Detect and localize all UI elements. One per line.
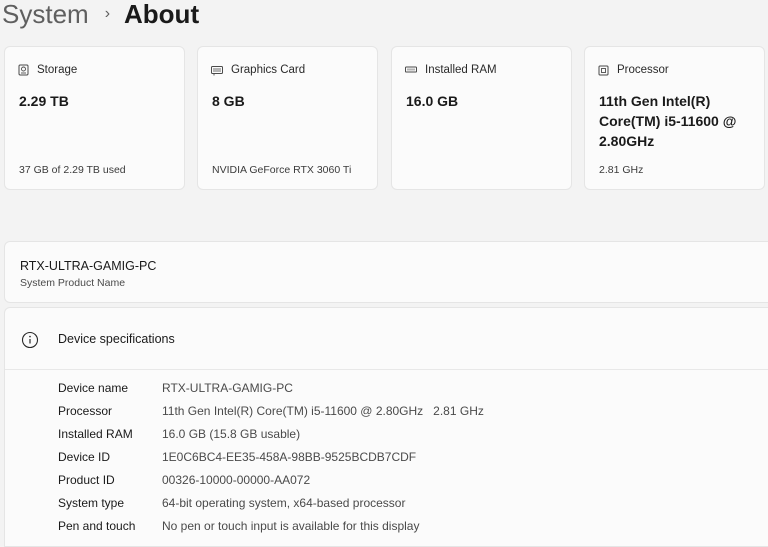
spec-row-product-id: Product ID 00326-10000-00000-AA072 (58, 470, 310, 490)
installed-ram-value: 16.0 GB (406, 93, 459, 109)
spec-row-device-name: Device name RTX-ULTRA-GAMIG-PC (58, 378, 293, 398)
processor-icon (598, 65, 609, 75)
storage-card[interactable]: Storage 2.29 TB 37 GB of 2.29 TB used (4, 46, 185, 190)
processor-card-value: 11th Gen Intel(R) Core(TM) i5-11600 @ 2.… (599, 93, 737, 149)
info-icon (21, 331, 39, 349)
spec-cards: Storage 2.29 TB 37 GB of 2.29 TB used Gr… (4, 46, 768, 192)
spec-row-installed-ram: Installed RAM 16.0 GB (15.8 GB usable) (58, 424, 300, 444)
spec-row-system-type: System type 64-bit operating system, x64… (58, 493, 405, 513)
spec-row-pen-and-touch: Pen and touch No pen or touch input is a… (58, 516, 419, 536)
graphics-card-title: Graphics Card (231, 64, 306, 76)
spec-value: 1E0C6BC4-EE35-458A-98BB-9525BCDB7CDF (162, 450, 417, 464)
breadcrumb-separator: › (104, 5, 111, 22)
device-specifications-title: Device specifications (58, 332, 175, 346)
installed-ram-header: Installed RAM (405, 64, 497, 76)
ram-icon (405, 66, 417, 73)
storage-card-title: Storage (37, 64, 78, 76)
graphics-card-value: 8 GB (212, 93, 245, 109)
spec-row-processor: Processor 11th Gen Intel(R) Core(TM) i5-… (58, 401, 484, 421)
spec-label: System type (58, 496, 125, 510)
spec-label: Installed RAM (58, 427, 133, 441)
device-specifications-header[interactable]: Device specifications (5, 308, 768, 370)
breadcrumb-system-link[interactable]: System (2, 0, 89, 32)
processor-card-title: Processor (617, 64, 669, 76)
spec-label: Device name (58, 381, 129, 395)
spec-value: RTX-ULTRA-GAMIG-PC (162, 381, 293, 395)
spec-value: 11th Gen Intel(R) Core(TM) i5-11600 @ 2.… (162, 404, 484, 418)
spec-label: Product ID (58, 473, 115, 487)
product-name-value: RTX-ULTRA-GAMIG-PC (20, 259, 157, 273)
breadcrumb: System › About (2, 0, 199, 32)
spec-row-device-id: Device ID 1E0C6BC4-EE35-458A-98BB-9525BC… (58, 447, 416, 467)
graphics-card-header: Graphics Card (211, 64, 305, 76)
spec-value: No pen or touch input is available for t… (162, 519, 420, 533)
spec-label: Processor (58, 404, 113, 418)
graphics-card-subtitle: NVIDIA GeForce RTX 3060 Ti (212, 164, 352, 176)
installed-ram-title: Installed RAM (425, 64, 497, 76)
installed-ram-card[interactable]: Installed RAM 16.0 GB (391, 46, 572, 190)
storage-card-header: Storage (18, 64, 77, 76)
processor-card-header: Processor (598, 64, 669, 76)
graphics-card-card[interactable]: Graphics Card 8 GB NVIDIA GeForce RTX 30… (197, 46, 378, 190)
spec-label: Device ID (58, 450, 111, 464)
spec-label: Pen and touch (58, 519, 136, 533)
storage-card-subtitle: 37 GB of 2.29 TB used (19, 164, 126, 176)
storage-icon (18, 64, 29, 76)
spec-value: 16.0 GB (15.8 GB usable) (162, 427, 301, 441)
graphics-card-icon (211, 65, 223, 75)
spec-value: 64-bit operating system, x64-based proce… (162, 496, 406, 510)
spec-value: 00326-10000-00000-AA072 (162, 473, 311, 487)
device-specifications-panel: Device specifications Device name RTX-UL… (4, 307, 768, 547)
storage-card-value: 2.29 TB (19, 93, 69, 109)
system-product-name-panel: RTX-ULTRA-GAMIG-PC System Product Name (4, 241, 768, 303)
processor-card[interactable]: Processor 11th Gen Intel(R) Core(TM) i5-… (584, 46, 765, 190)
product-name-label: System Product Name (20, 277, 126, 289)
processor-card-subtitle: 2.81 GHz (599, 164, 644, 176)
page-title: About (124, 0, 200, 29)
